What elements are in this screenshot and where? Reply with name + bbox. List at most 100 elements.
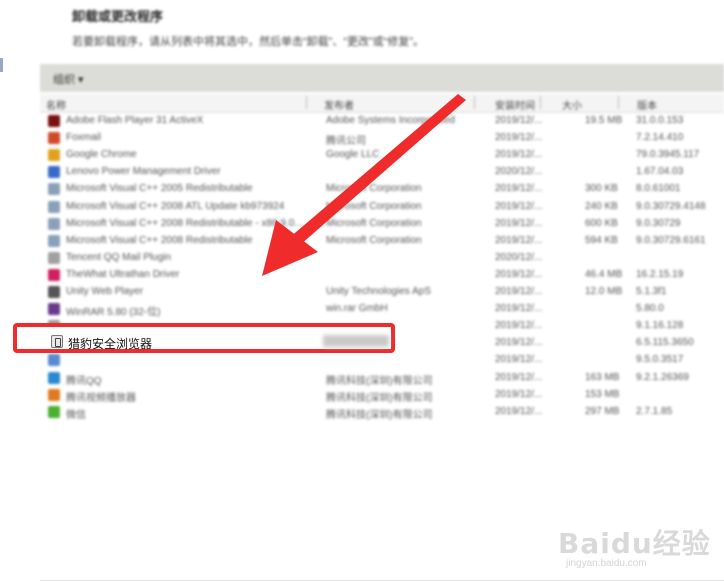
cell-version: 31.0.0.153 <box>636 115 684 126</box>
program-icon <box>48 217 60 230</box>
cell-name: Tencent QQ Mail Plugin <box>66 251 172 263</box>
table-row[interactable]: Tencent QQ Mail Plugin 2020/12/... <box>40 249 724 266</box>
column-divider[interactable] <box>474 96 475 109</box>
cell-date: 2019/12/... <box>495 200 543 212</box>
column-size[interactable]: 大小 <box>562 97 582 112</box>
cell-date: 2019/12/... <box>495 132 543 144</box>
table-row[interactable]: Microsoft Visual C++ 2008 Redistributabl… <box>40 215 724 232</box>
watermark-url: jingyan.baidu.com <box>566 558 647 569</box>
table-row[interactable]: Microsoft Visual C++ 2008 Redistributabl… <box>40 232 724 249</box>
cell-date: 2019/12/... <box>495 371 543 383</box>
cell-version: 9.2.1.26369 <box>636 371 689 383</box>
cell-name: Microsoft Visual C++ 2008 ATL Update kb9… <box>66 200 285 212</box>
table-row[interactable]: Lenovo Power Management Driver 2020/12/..… <box>40 163 724 180</box>
cell-name: Microsoft Visual C++ 2005 Redistributabl… <box>66 183 253 195</box>
cell-date: 2019/12/... <box>495 217 543 229</box>
column-name[interactable]: 名称 <box>46 97 66 112</box>
baidu-watermark: Baidu经验 jingyan.baidu.com <box>558 522 711 569</box>
cell-date: 2019/12/... <box>495 286 543 297</box>
table-row[interactable]: Microsoft Visual C++ 2008 ATL Update kb9… <box>40 198 724 215</box>
column-header-row: 名称 发布者 安装时间 大小 版本 <box>40 94 724 113</box>
cell-version: 79.0.3945.117 <box>636 149 700 161</box>
cell-date: 2019/12/... <box>495 149 543 161</box>
baidu-logo: Baidu经验 <box>558 527 711 560</box>
cell-publisher: Microsoft Corporation <box>326 234 422 246</box>
left-window-edge <box>0 58 3 72</box>
table-row[interactable]: 2019/12/... 9.5.0.3517 <box>40 351 724 368</box>
program-icon <box>48 115 60 127</box>
cell-name: TheWhat Ultrathan Driver <box>66 268 180 280</box>
cell-version: 9.0.30729.4148 <box>636 200 706 212</box>
cell-date: 2019/12/... <box>495 115 543 126</box>
highlight-box: 猎豹安全浏览器 <box>13 323 395 353</box>
table-row[interactable]: Unity Web Player Unity Technologies ApS 20… <box>40 283 724 300</box>
cell-date: 2019/12/... <box>495 268 543 280</box>
bottom-divider <box>40 580 724 581</box>
cell-date: 2020/12/... <box>495 251 543 263</box>
cell-publisher: 腾讯科技(深圳)有限公司 <box>326 392 433 404</box>
column-publisher[interactable]: 发布者 <box>324 97 354 112</box>
table-row[interactable]: 腾讯QQ 腾讯科技(深圳)有限公司 2019/12/... 163 MB 9.2.1.2… <box>40 369 724 387</box>
toolbar-bar <box>40 64 724 92</box>
column-version[interactable]: 版本 <box>637 97 657 112</box>
program-icon <box>48 268 60 281</box>
page-description: 若要卸载程序，请从列表中将其选中，然后单击“卸载”、“更改”或“修复”。 <box>72 36 424 48</box>
cell-date: 2019/12/... <box>495 337 543 349</box>
cell-version: 9.5.0.3517 <box>636 354 684 366</box>
table-row[interactable]: Adobe Flash Player 31 ActiveX Adobe Syste… <box>40 112 724 129</box>
cell-publisher: Unity Technologies ApS <box>326 286 431 297</box>
cell-date: 2020/12/... <box>495 166 543 178</box>
browser-icon <box>51 335 63 348</box>
column-divider[interactable] <box>618 96 619 109</box>
column-install-date[interactable]: 安装时间 <box>495 97 535 112</box>
program-icon <box>48 183 60 196</box>
cell-publisher: 腾讯公司 <box>326 136 366 148</box>
highlighted-program-name[interactable]: 猎豹安全浏览器 <box>68 335 152 352</box>
program-icon <box>48 388 60 401</box>
table-row[interactable]: TheWhat Ultrathan Driver 2019/12/... 46.4 … <box>40 266 724 283</box>
cell-publisher: Google LLC <box>326 149 380 161</box>
program-icon <box>48 303 60 316</box>
cell-name: 腾讯QQ <box>66 375 102 387</box>
page-title: 卸载或更改程序 <box>72 9 164 24</box>
cell-version: 2.7.1.85 <box>636 405 673 417</box>
cell-publisher: win.rar GmbH <box>326 303 388 315</box>
cell-date: 2019/12/... <box>495 320 543 332</box>
cell-version: 8.0.61001 <box>636 183 681 195</box>
cell-name: Foxmail <box>66 132 102 144</box>
cell-name: Adobe Flash Player 31 ActiveX <box>66 115 204 126</box>
cell-publisher: Microsoft Corporation <box>326 183 422 195</box>
cell-name: 微信 <box>66 409 86 421</box>
column-divider[interactable] <box>540 96 541 109</box>
cell-name: WinRAR 5.80 (32-位) <box>66 307 161 319</box>
program-icon <box>48 354 60 367</box>
blurred-publisher <box>323 335 389 347</box>
cell-size: 46.4 MB <box>585 268 623 280</box>
program-icon <box>48 371 60 384</box>
cell-size: 594 KB <box>585 234 618 246</box>
cell-version: 9.0.30729 <box>636 217 681 229</box>
cell-name: Lenovo Power Management Driver <box>66 166 221 178</box>
cell-version: 9.1.16.128 <box>636 320 684 332</box>
table-row[interactable]: 微信 腾讯科技(深圳)有限公司 2019/12/... 297 MB 2.7.1.85 <box>40 403 724 421</box>
organize-button[interactable]: 组织 ▾ <box>53 71 84 87</box>
cell-publisher: 腾讯科技(深圳)有限公司 <box>326 409 433 421</box>
cell-date: 2019/12/... <box>495 354 543 366</box>
program-icon <box>48 166 60 179</box>
table-row[interactable]: Microsoft Visual C++ 2005 Redistributabl… <box>40 180 724 197</box>
cell-publisher: Microsoft Corporation <box>326 217 422 229</box>
cell-name: Google Chrome <box>66 149 137 161</box>
cell-size: 240 KB <box>585 200 618 212</box>
program-icon <box>48 200 60 213</box>
table-row[interactable]: WinRAR 5.80 (32-位) win.rar GmbH 2019/12/..… <box>40 300 724 319</box>
cell-name: Unity Web Player <box>66 286 144 297</box>
column-divider[interactable] <box>306 96 307 109</box>
table-row[interactable]: Google Chrome Google LLC 2019/12/... 79.0.3… <box>40 146 724 163</box>
cell-size: 19.5 MB <box>585 115 623 126</box>
program-icon <box>48 149 60 162</box>
cell-size: 600 KB <box>585 217 618 229</box>
table-row[interactable]: 腾讯视频播放器 腾讯科技(深圳)有限公司 2019/12/... 153 MB <box>40 386 724 404</box>
table-row[interactable]: Foxmail 腾讯公司 2019/12/... 7.2.14.410 <box>40 129 724 148</box>
cell-date: 2019/12/... <box>495 303 543 315</box>
cell-publisher: Microsoft Corporation <box>326 200 422 212</box>
